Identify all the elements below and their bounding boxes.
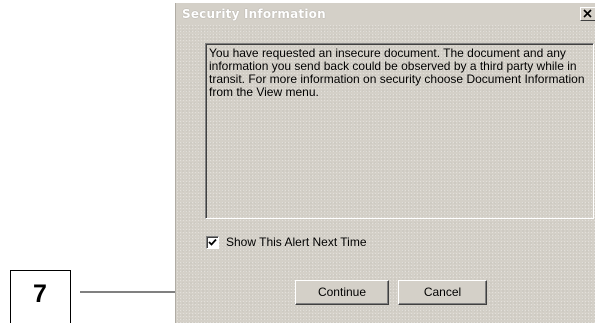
- show-alert-checkbox[interactable]: [206, 236, 219, 249]
- title-bar[interactable]: Security Information: [176, 3, 595, 25]
- show-alert-label[interactable]: Show This Alert Next Time: [226, 236, 367, 249]
- dialog-title: Security Information: [182, 7, 326, 21]
- security-information-dialog: Security Information You have requested …: [175, 3, 595, 323]
- message-text: You have requested an insecure document.…: [209, 46, 585, 99]
- page: 7 Security Information You have requeste…: [0, 0, 595, 323]
- message-panel: You have requested an insecure document.…: [205, 43, 594, 219]
- close-icon: [583, 9, 592, 18]
- cancel-button[interactable]: Cancel: [398, 280, 487, 305]
- step-callout-box: 7: [10, 270, 71, 323]
- step-number: 7: [33, 280, 47, 308]
- close-button[interactable]: [580, 7, 595, 21]
- continue-button[interactable]: Continue: [295, 280, 389, 305]
- check-icon: [208, 238, 217, 246]
